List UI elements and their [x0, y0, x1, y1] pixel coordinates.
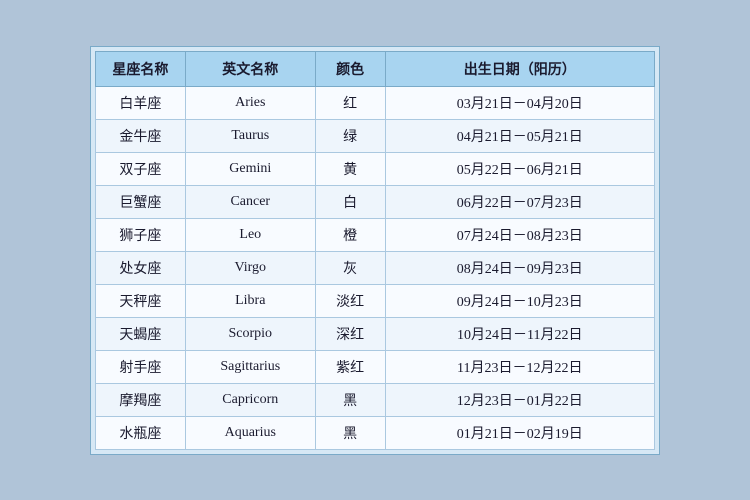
- zodiac-table: 星座名称 英文名称 颜色 出生日期（阳历） 白羊座Aries红03月21日－04…: [95, 51, 655, 450]
- cell-date: 10月24日－11月22日: [385, 317, 654, 350]
- cell-chinese: 狮子座: [96, 218, 186, 251]
- cell-english: Taurus: [185, 119, 315, 152]
- table-row: 金牛座Taurus绿04月21日－05月21日: [96, 119, 655, 152]
- cell-chinese: 天蝎座: [96, 317, 186, 350]
- table-row: 处女座Virgo灰08月24日－09月23日: [96, 251, 655, 284]
- header-date: 出生日期（阳历）: [385, 51, 654, 86]
- cell-chinese: 摩羯座: [96, 383, 186, 416]
- cell-english: Cancer: [185, 185, 315, 218]
- cell-chinese: 处女座: [96, 251, 186, 284]
- cell-color: 黑: [315, 383, 385, 416]
- table-row: 白羊座Aries红03月21日－04月20日: [96, 86, 655, 119]
- cell-english: Capricorn: [185, 383, 315, 416]
- cell-color: 黑: [315, 416, 385, 449]
- cell-chinese: 金牛座: [96, 119, 186, 152]
- header-color: 颜色: [315, 51, 385, 86]
- cell-date: 09月24日－10月23日: [385, 284, 654, 317]
- cell-english: Scorpio: [185, 317, 315, 350]
- cell-date: 01月21日－02月19日: [385, 416, 654, 449]
- cell-chinese: 天秤座: [96, 284, 186, 317]
- table-header-row: 星座名称 英文名称 颜色 出生日期（阳历）: [96, 51, 655, 86]
- cell-english: Aries: [185, 86, 315, 119]
- cell-date: 11月23日－12月22日: [385, 350, 654, 383]
- cell-chinese: 水瓶座: [96, 416, 186, 449]
- cell-color: 灰: [315, 251, 385, 284]
- cell-chinese: 白羊座: [96, 86, 186, 119]
- cell-english: Aquarius: [185, 416, 315, 449]
- cell-english: Leo: [185, 218, 315, 251]
- cell-color: 紫红: [315, 350, 385, 383]
- cell-date: 05月22日－06月21日: [385, 152, 654, 185]
- cell-color: 橙: [315, 218, 385, 251]
- table-row: 射手座Sagittarius紫红11月23日－12月22日: [96, 350, 655, 383]
- cell-date: 04月21日－05月21日: [385, 119, 654, 152]
- table-row: 天秤座Libra淡红09月24日－10月23日: [96, 284, 655, 317]
- cell-color: 绿: [315, 119, 385, 152]
- table-row: 狮子座Leo橙07月24日－08月23日: [96, 218, 655, 251]
- cell-date: 06月22日－07月23日: [385, 185, 654, 218]
- table-row: 巨蟹座Cancer白06月22日－07月23日: [96, 185, 655, 218]
- header-english: 英文名称: [185, 51, 315, 86]
- cell-date: 12月23日－01月22日: [385, 383, 654, 416]
- header-chinese: 星座名称: [96, 51, 186, 86]
- cell-color: 淡红: [315, 284, 385, 317]
- cell-color: 白: [315, 185, 385, 218]
- cell-date: 08月24日－09月23日: [385, 251, 654, 284]
- table-row: 天蝎座Scorpio深红10月24日－11月22日: [96, 317, 655, 350]
- cell-date: 07月24日－08月23日: [385, 218, 654, 251]
- cell-english: Virgo: [185, 251, 315, 284]
- zodiac-table-wrapper: 星座名称 英文名称 颜色 出生日期（阳历） 白羊座Aries红03月21日－04…: [90, 46, 660, 455]
- table-row: 双子座Gemini黄05月22日－06月21日: [96, 152, 655, 185]
- cell-english: Libra: [185, 284, 315, 317]
- cell-color: 黄: [315, 152, 385, 185]
- cell-english: Sagittarius: [185, 350, 315, 383]
- cell-chinese: 双子座: [96, 152, 186, 185]
- cell-chinese: 巨蟹座: [96, 185, 186, 218]
- cell-english: Gemini: [185, 152, 315, 185]
- cell-color: 红: [315, 86, 385, 119]
- table-row: 水瓶座Aquarius黑01月21日－02月19日: [96, 416, 655, 449]
- table-row: 摩羯座Capricorn黑12月23日－01月22日: [96, 383, 655, 416]
- cell-chinese: 射手座: [96, 350, 186, 383]
- cell-color: 深红: [315, 317, 385, 350]
- cell-date: 03月21日－04月20日: [385, 86, 654, 119]
